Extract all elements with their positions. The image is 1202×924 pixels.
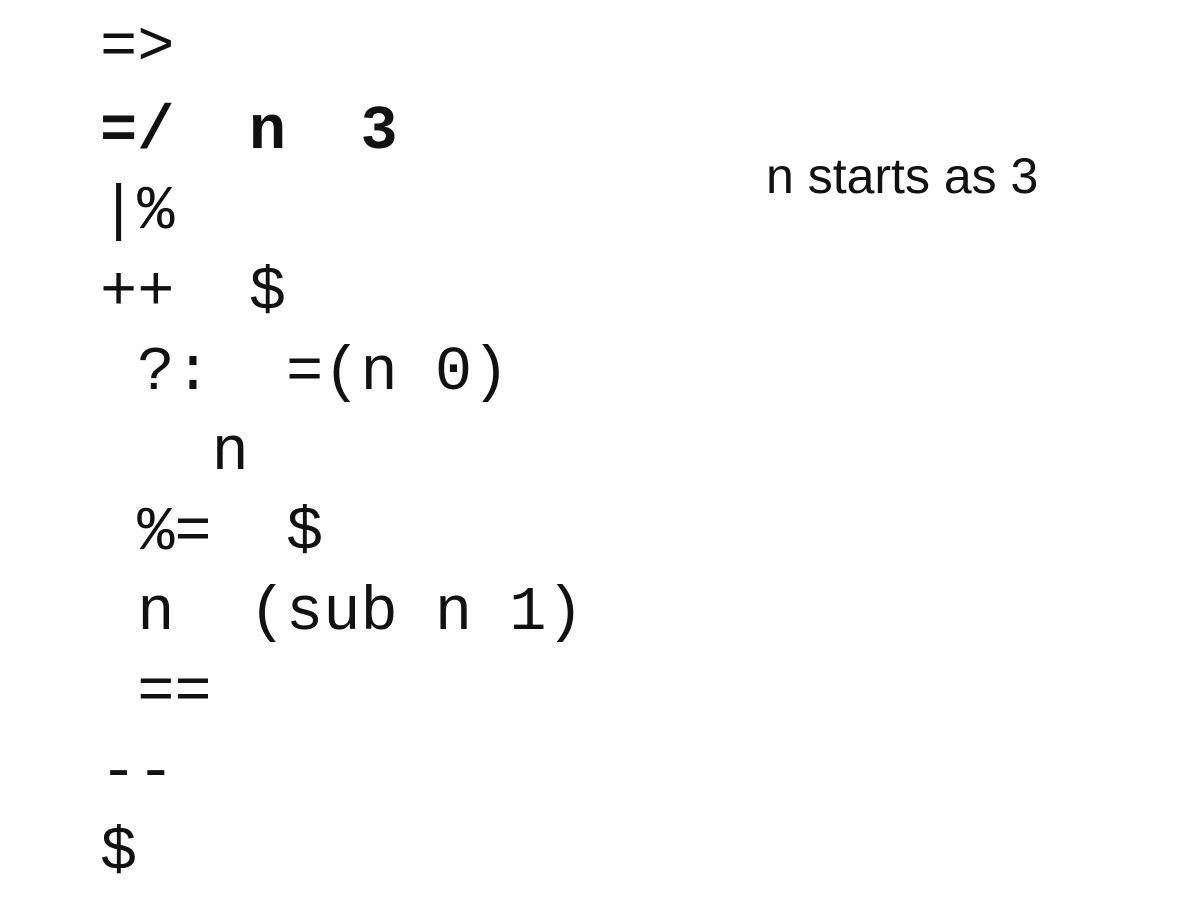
code-line-rune-tisgar: => xyxy=(100,12,175,83)
code-line-recursion: %= $ xyxy=(100,497,324,568)
code-line-close-recursion: == xyxy=(100,657,212,728)
code-line-return-n: n xyxy=(100,417,249,488)
code-line-conditional: ?: =(n 0) xyxy=(100,337,510,408)
code-line-variable-declaration: =/ n 3 xyxy=(100,96,398,167)
annotation-note: n starts as 3 xyxy=(766,148,1039,204)
code-line-call-arm: $ xyxy=(100,817,138,888)
code-line-close-core: -- xyxy=(100,737,175,808)
code-line-arm: ++ $ xyxy=(100,257,287,328)
code-line-decrement: n (sub n 1) xyxy=(100,577,584,648)
code-line-rune-barcen: |% xyxy=(100,176,175,247)
